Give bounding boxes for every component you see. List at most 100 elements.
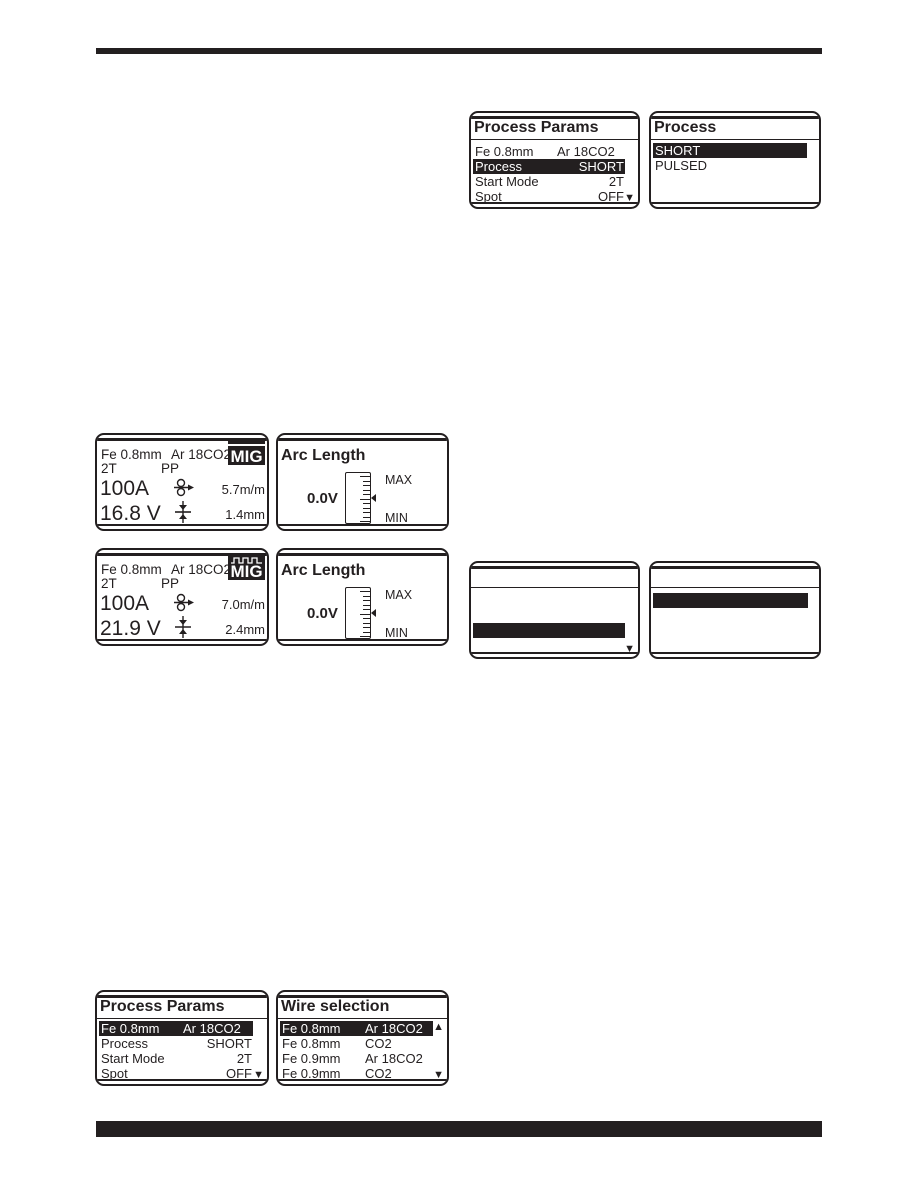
gauge-tick (363, 609, 370, 610)
gas-label: Ar 18CO2 (171, 447, 232, 462)
mig-short-icon: MIG (228, 441, 265, 465)
screen-top-bar (471, 566, 638, 569)
title-divider (651, 139, 819, 140)
wire-option[interactable]: Fe 0.9mm Ar 18CO2 (280, 1051, 433, 1066)
gauge-tick (363, 600, 370, 601)
arc-length-gauge (345, 472, 371, 524)
menu-row-process[interactable]: Process SHORT (473, 159, 625, 174)
voltage-value: 16.8 V (100, 502, 161, 525)
wire-option[interactable]: Fe 0.8mm CO2 (280, 1036, 433, 1051)
option-short[interactable]: SHORT (653, 143, 807, 158)
gauge-tick (363, 507, 370, 509)
wire-label: Fe 0.8mm (101, 562, 162, 577)
process-params-screen-a: Process Params Fe 0.8mm Ar 18CO2 Process S… (469, 111, 640, 209)
menu-row-selected[interactable] (473, 623, 625, 638)
screen-top-bar (651, 566, 819, 569)
wire-selection-screen: Wire selection Fe 0.8mm Ar 18CO2 Fe 0.8mm… (276, 990, 449, 1086)
main-screen-pulsed: Fe 0.8mm Ar 18CO2 MIG 2T PP 100A 21.9 V … (95, 548, 269, 646)
wire-speed-value: 5.7m/m (221, 482, 265, 497)
pulse-wave-icon (231, 557, 262, 564)
menu-row-process[interactable]: Process SHORT (99, 1036, 253, 1051)
gauge-tick (363, 494, 370, 495)
profile-label: PP (161, 576, 180, 591)
blank-menu-screen (649, 561, 821, 659)
mig-pulsed-icon: MIG (228, 556, 265, 580)
arc-length-value: 0.0V (307, 490, 338, 507)
arc-length-value: 0.0V (307, 605, 338, 622)
title-divider (651, 587, 819, 588)
wire-feed-icon (174, 478, 194, 497)
wire-option[interactable]: Fe 0.8mm Ar 18CO2 (280, 1021, 433, 1036)
screen-title: Process Params (100, 998, 225, 1015)
process-menu-screen: Process SHORT PULSED (649, 111, 821, 209)
screen-bottom-bar (278, 524, 447, 526)
arc-length-screen-b: Arc Length 0.0V MAX MIN (276, 548, 449, 646)
screen-bottom-bar (278, 639, 447, 641)
screen-bottom-bar (97, 524, 267, 526)
arc-length-gauge (345, 587, 371, 639)
title-divider (278, 1018, 447, 1019)
title-divider (97, 1018, 267, 1019)
wire-feed-icon (174, 593, 194, 612)
menu-row-start-mode[interactable]: Start Mode 2T (473, 174, 625, 189)
start-mode-label: 2T (101, 461, 117, 476)
screen-title: Wire selection (281, 998, 390, 1015)
option-pulsed[interactable]: PULSED (653, 158, 807, 173)
gauge-tick (360, 591, 370, 592)
screen-top-bar (278, 553, 447, 556)
screen-title: Arc Length (281, 562, 366, 579)
blank-params-screen: ▼ (469, 561, 640, 659)
gauge-tick (363, 622, 370, 624)
menu-row-selected[interactable] (653, 593, 808, 608)
screen-bottom-bar (97, 1079, 267, 1081)
gauge-tick (363, 595, 370, 597)
screen-top-bar (278, 438, 447, 441)
gauge-tick (363, 485, 370, 486)
main-screen-short: Fe 0.8mm Ar 18CO2 MIG 2T PP 100A 16.8 V … (95, 433, 269, 531)
menu-row-start-mode[interactable]: Start Mode 2T (99, 1051, 253, 1066)
footer-rule (96, 1121, 822, 1137)
arc-length-screen-a: Arc Length 0.0V MAX MIN (276, 433, 449, 531)
screen-bottom-bar (651, 652, 819, 654)
gauge-tick (363, 503, 370, 504)
screen-bottom-bar (471, 652, 638, 654)
gauge-tick (363, 512, 370, 513)
gauge-tick (360, 476, 370, 477)
start-mode-label: 2T (101, 576, 117, 591)
wire-label: Fe 0.8mm (101, 447, 162, 462)
gauge-tick (360, 521, 370, 522)
menu-row-wire[interactable]: Fe 0.8mm Ar 18CO2 (99, 1021, 253, 1036)
voltage-value: 21.9 V (100, 617, 161, 640)
gauge-min-label: MIN (385, 511, 408, 525)
screen-title: Arc Length (281, 447, 366, 464)
thickness-value: 2.4mm (225, 622, 265, 637)
current-value: 100A (100, 592, 150, 615)
gauge-tick (363, 480, 370, 482)
gauge-min-label: MIN (385, 626, 408, 640)
gauge-tick (360, 613, 370, 615)
scroll-up-icon[interactable]: ▲ (433, 1021, 444, 1033)
thickness-value: 1.4mm (225, 507, 265, 522)
process-params-screen-b: Process Params Fe 0.8mm Ar 18CO2 Process S… (95, 990, 269, 1086)
gauge-pointer-icon (371, 494, 376, 502)
wire-speed-value: 7.0m/m (221, 597, 265, 612)
thickness-icon (175, 616, 191, 638)
menu-row-wire[interactable]: Fe 0.8mm Ar 18CO2 (473, 144, 625, 159)
gauge-tick (363, 604, 370, 606)
title-divider (471, 139, 638, 140)
thickness-icon (175, 501, 191, 523)
gas-label: Ar 18CO2 (171, 562, 232, 577)
gauge-tick (360, 636, 370, 637)
screen-title: Process (654, 119, 717, 136)
gauge-max-label: MAX (385, 588, 413, 602)
screen-bottom-bar (278, 1079, 447, 1081)
header-rule (96, 48, 822, 54)
gauge-max-label: MAX (385, 473, 413, 487)
screen-bottom-bar (471, 202, 638, 204)
gauge-tick (363, 631, 370, 633)
gauge-tick (363, 627, 370, 628)
screen-bottom-bar (651, 202, 819, 204)
gauge-tick (360, 498, 370, 500)
screen-title: Process Params (474, 119, 599, 136)
gauge-tick (363, 489, 370, 491)
